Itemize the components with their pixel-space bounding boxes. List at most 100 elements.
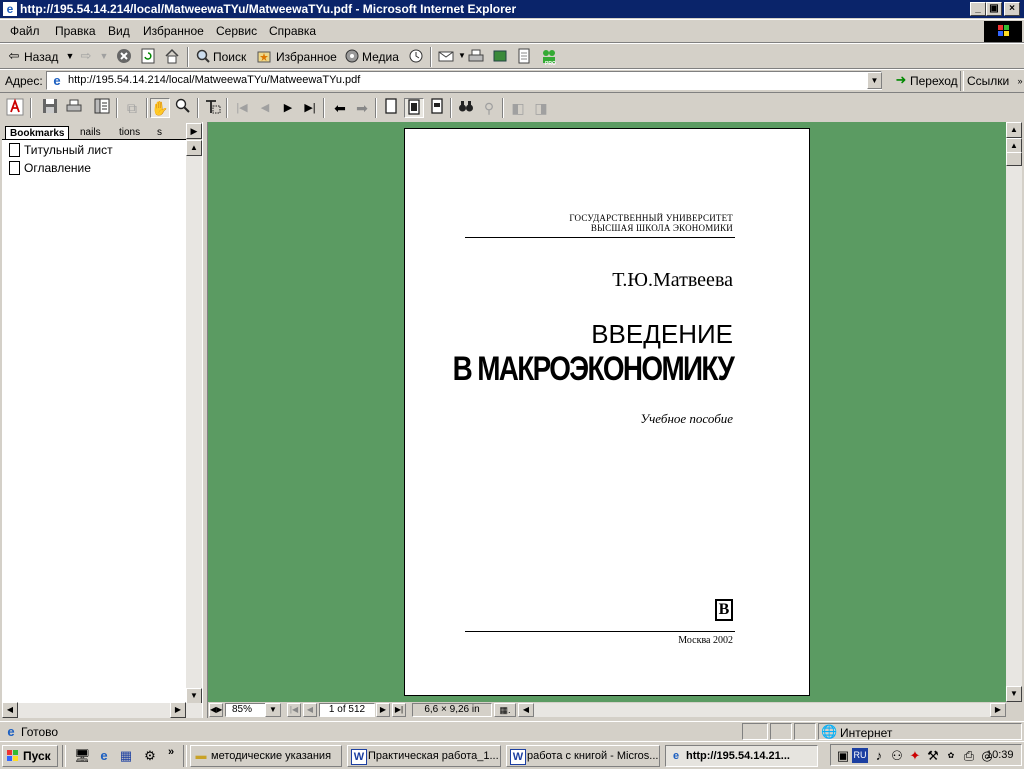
acrobat-logo-icon[interactable]: [5, 98, 25, 118]
document-scroll-right[interactable]: ▶: [990, 703, 1006, 717]
first-page-button[interactable]: |◀: [287, 703, 301, 717]
first-page-icon[interactable]: |◀: [232, 98, 252, 118]
zoom-arrows-icon[interactable]: ◀▶: [209, 703, 223, 717]
menu-help[interactable]: Справка: [269, 24, 316, 38]
task-word-1[interactable]: W Практическая работа_1...: [347, 745, 501, 767]
media-button[interactable]: Медиа: [362, 50, 399, 64]
tray-icq-icon[interactable]: ✿: [943, 748, 959, 764]
mail-icon[interactable]: [438, 48, 454, 64]
last-page-icon[interactable]: ▶|: [300, 98, 320, 118]
quicklaunch-desktop-icon[interactable]: 🖥: [74, 748, 91, 764]
start-button[interactable]: Пуск: [2, 745, 58, 767]
print-icon[interactable]: [468, 48, 484, 64]
bookmarks-scroll-up[interactable]: ▲: [186, 140, 202, 156]
quicklaunch-app-icon[interactable]: ⚙: [142, 748, 158, 764]
task-folder[interactable]: ▬ методические указания: [190, 745, 342, 767]
copy-icon[interactable]: ⧉: [122, 98, 142, 118]
address-dropdown-button[interactable]: ▼: [867, 72, 882, 89]
bookmark-title-page[interactable]: Титульный лист: [9, 143, 113, 157]
text-select-icon[interactable]: [203, 98, 223, 118]
search-button[interactable]: Поиск: [213, 50, 246, 64]
menu-tools[interactable]: Сервис: [216, 24, 257, 38]
zoom-tool-icon[interactable]: [173, 98, 193, 118]
go-back-view-icon[interactable]: ⬅: [330, 98, 350, 118]
quicklaunch-outlook-icon[interactable]: ▦: [118, 748, 134, 764]
prev-page-button[interactable]: ◀: [303, 703, 317, 717]
tray-monitor-icon[interactable]: ⎙: [961, 748, 977, 764]
close-button[interactable]: ×: [1004, 2, 1020, 16]
last-page-button[interactable]: ▶|: [392, 703, 406, 717]
document-scroll-up[interactable]: ▲: [1006, 122, 1022, 138]
go-forward-view-icon[interactable]: ➡: [352, 98, 372, 118]
fit-width-icon[interactable]: [427, 98, 447, 118]
quicklaunch-more[interactable]: »: [168, 746, 174, 758]
forward-button[interactable]: ⇨: [78, 48, 94, 64]
save-icon[interactable]: [40, 98, 60, 118]
bookmarks-scroll-right[interactable]: ▶: [170, 702, 186, 718]
history-icon[interactable]: [408, 48, 424, 64]
back-button[interactable]: Назад: [24, 50, 58, 64]
document-scroll-left[interactable]: ◀: [518, 703, 534, 717]
links-button[interactable]: Ссылки: [967, 74, 1009, 88]
address-url[interactable]: http://195.54.14.214/local/MatweewaTYu/M…: [68, 74, 360, 86]
toolbar-separator: [960, 71, 964, 91]
document-scroll-down[interactable]: ▼: [1006, 686, 1022, 702]
find-icon[interactable]: [456, 98, 476, 118]
pane-menu-arrow-icon[interactable]: ▶: [186, 123, 202, 139]
prev-page-icon[interactable]: ◀: [255, 98, 275, 118]
favorites-button[interactable]: Избранное: [276, 50, 337, 64]
page-indicator[interactable]: 1 of 512: [319, 703, 375, 717]
maximize-button[interactable]: ▣: [986, 2, 1002, 16]
bookmark-contents[interactable]: Оглавление: [9, 161, 91, 175]
next-page-button[interactable]: ▶: [376, 703, 390, 717]
edit-icon[interactable]: [492, 48, 508, 64]
toolbar-separator: [187, 47, 189, 67]
print-icon[interactable]: [64, 98, 84, 118]
bookmarks-scroll-track[interactable]: [186, 156, 202, 688]
zoom-dropdown[interactable]: ▼: [265, 703, 281, 717]
bookmarks-scroll-left[interactable]: ◀: [2, 702, 18, 718]
fit-page-icon[interactable]: [404, 98, 424, 118]
tray-antivirus-icon[interactable]: ✦: [907, 748, 923, 764]
menu-file[interactable]: Файл: [10, 24, 40, 38]
header-rule: [465, 237, 735, 238]
quicklaunch-ie-icon[interactable]: e: [96, 748, 112, 764]
tab-thumbnails[interactable]: nails: [76, 126, 105, 140]
menu-favorites[interactable]: Избранное: [143, 24, 204, 38]
menu-view[interactable]: Вид: [108, 24, 130, 38]
menu-edit[interactable]: Правка: [55, 24, 96, 38]
go-button[interactable]: Переход: [910, 74, 958, 88]
minimize-button[interactable]: _: [970, 2, 986, 16]
back-dropdown-icon[interactable]: ▼: [62, 48, 78, 64]
tray-app-icon[interactable]: ▣: [835, 748, 851, 764]
page-layout-icon[interactable]: ▦.: [494, 703, 516, 717]
home-icon[interactable]: [164, 48, 180, 64]
refresh-icon[interactable]: [140, 48, 156, 64]
toolbar-overflow-icon[interactable]: »: [1012, 73, 1024, 89]
tab-signatures[interactable]: s: [153, 126, 166, 140]
tray-tool-icon[interactable]: ⚒: [925, 748, 941, 764]
bookmarks-scroll-down[interactable]: ▼: [186, 688, 202, 704]
discuss-icon[interactable]: [516, 48, 532, 64]
task-label: методические указания: [211, 750, 332, 762]
stop-icon[interactable]: [116, 48, 132, 64]
document-scroll-thumb[interactable]: [1006, 152, 1022, 166]
tray-sound-icon[interactable]: ♪: [871, 748, 887, 764]
previous-result-icon[interactable]: ◧: [508, 98, 528, 118]
forward-dropdown-icon[interactable]: ▼: [96, 48, 112, 64]
hand-tool-icon[interactable]: ✋: [150, 98, 170, 118]
document-hscroll-track[interactable]: [518, 703, 998, 717]
tray-network-icon[interactable]: ⚇: [889, 748, 905, 764]
next-page-icon[interactable]: ▶: [278, 98, 298, 118]
menu-bar: Файл Правка Вид Избранное Сервис Справка: [0, 19, 1024, 43]
language-indicator[interactable]: RU: [852, 748, 868, 763]
actual-size-icon[interactable]: [381, 98, 401, 118]
navigation-pane-icon[interactable]: [92, 98, 112, 118]
next-result-icon[interactable]: ◨: [531, 98, 551, 118]
search-text-icon[interactable]: ⚲: [479, 98, 499, 118]
task-ie-active[interactable]: e http://195.54.14.21...: [665, 745, 818, 767]
tab-annotations[interactable]: tions: [115, 126, 144, 140]
address-input[interactable]: e http://195.54.14.214/local/MatweewaTYu…: [46, 71, 882, 90]
document-scroll-track[interactable]: [1006, 122, 1022, 702]
task-word-2[interactable]: W работа с книгой - Micros...: [506, 745, 660, 767]
